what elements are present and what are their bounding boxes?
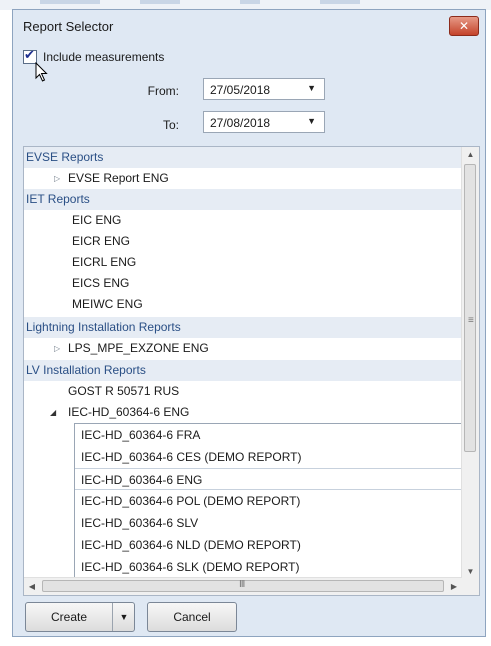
group-header-lightning[interactable]: Lightning Installation Reports <box>24 317 462 338</box>
dropdown-arrow-icon[interactable]: ▼ <box>307 83 316 93</box>
expand-arrow-icon[interactable]: ▷ <box>54 338 60 359</box>
scroll-left-arrow-icon[interactable]: ◀ <box>24 578 40 595</box>
dialog-titlebar[interactable]: Report Selector ✕ <box>13 10 485 40</box>
dropdown-arrow-icon[interactable]: ▼ <box>112 603 135 631</box>
collapse-arrow-icon[interactable]: ◢ <box>50 402 56 423</box>
report-item[interactable]: EIC ENG <box>72 210 121 231</box>
mouse-cursor-icon <box>35 62 48 82</box>
report-item[interactable]: LPS_MPE_EXZONE ENG <box>68 338 209 359</box>
background-toolbar-fragment <box>140 0 180 4</box>
sub-report-item[interactable]: IEC-HD_60364-6 SLV <box>81 512 198 534</box>
report-list[interactable]: EVSE Reports ▷ EVSE Report ENG IET Repor… <box>23 146 480 596</box>
close-button[interactable]: ✕ <box>449 16 479 36</box>
create-button[interactable]: Create <box>26 603 112 631</box>
report-selector-dialog: Report Selector ✕ ✔ Include measurements… <box>12 9 486 637</box>
scroll-right-arrow-icon[interactable]: ▶ <box>446 578 462 595</box>
vertical-scrollbar[interactable]: ▲ ≡ ▼ <box>461 147 479 580</box>
background-toolbar-fragment <box>240 0 260 4</box>
horizontal-scroll-thumb[interactable]: III <box>42 579 444 592</box>
report-item[interactable]: GOST R 50571 RUS <box>68 381 179 402</box>
report-item[interactable]: EICRL ENG <box>72 252 136 273</box>
grip-icon: ≡ <box>468 315 474 326</box>
from-date-picker[interactable]: 27/05/2018 ▼ <box>203 78 325 100</box>
to-date-value: 27/08/2018 <box>210 116 271 130</box>
report-item[interactable]: MEIWC ENG <box>72 294 143 315</box>
scroll-up-arrow-icon[interactable]: ▲ <box>462 147 479 163</box>
sub-report-item[interactable]: IEC-HD_60364-6 CES (DEMO REPORT) <box>81 446 302 468</box>
sub-report-item[interactable]: IEC-HD_60364-6 NLD (DEMO REPORT) <box>81 534 301 556</box>
report-item-expanded[interactable]: IEC-HD_60364-6 ENG <box>68 402 189 423</box>
dialog-title: Report Selector <box>23 19 114 34</box>
report-list-content: EVSE Reports ▷ EVSE Report ENG IET Repor… <box>24 147 462 580</box>
background-toolbar-fragment <box>320 0 360 4</box>
background-toolbar-fragment <box>40 0 100 4</box>
sub-report-item[interactable]: IEC-HD_60364-6 FRA <box>81 424 200 446</box>
close-icon: ✕ <box>458 19 470 33</box>
from-date-value: 27/05/2018 <box>210 83 271 97</box>
include-measurements-label[interactable]: Include measurements <box>43 50 164 64</box>
vertical-scroll-thumb[interactable]: ≡ <box>464 164 476 452</box>
group-header-evse[interactable]: EVSE Reports <box>24 147 462 168</box>
sub-report-item[interactable]: IEC-HD_60364-6 POL (DEMO REPORT) <box>81 490 300 512</box>
sub-report-item-selected[interactable]: IEC-HD_60364-6 ENG <box>75 468 462 490</box>
report-item[interactable]: EVSE Report ENG <box>68 168 169 189</box>
report-item[interactable]: EICS ENG <box>72 273 129 294</box>
group-header-iet[interactable]: IET Reports <box>24 189 462 210</box>
from-label: From: <box>147 84 179 98</box>
horizontal-scrollbar[interactable]: ◀ III ▶ <box>24 577 462 595</box>
checkmark-icon: ✔ <box>24 47 35 62</box>
cancel-button[interactable]: Cancel <box>147 602 237 632</box>
scrollbar-corner <box>462 578 479 595</box>
sub-report-item[interactable]: IEC-HD_60364-6 SLK (DEMO REPORT) <box>81 556 300 578</box>
expand-arrow-icon[interactable]: ▷ <box>54 168 60 189</box>
report-item[interactable]: EICR ENG <box>72 231 130 252</box>
sub-report-list: IEC-HD_60364-6 FRA IEC-HD_60364-6 CES (D… <box>74 423 462 580</box>
dropdown-arrow-icon[interactable]: ▼ <box>307 116 316 126</box>
group-header-lv-installation[interactable]: LV Installation Reports <box>24 360 462 381</box>
to-label: To: <box>162 118 179 132</box>
to-date-picker[interactable]: 27/08/2018 ▼ <box>203 111 325 133</box>
grip-icon: III <box>239 579 245 590</box>
create-split-button[interactable]: Create ▼ <box>25 602 135 632</box>
